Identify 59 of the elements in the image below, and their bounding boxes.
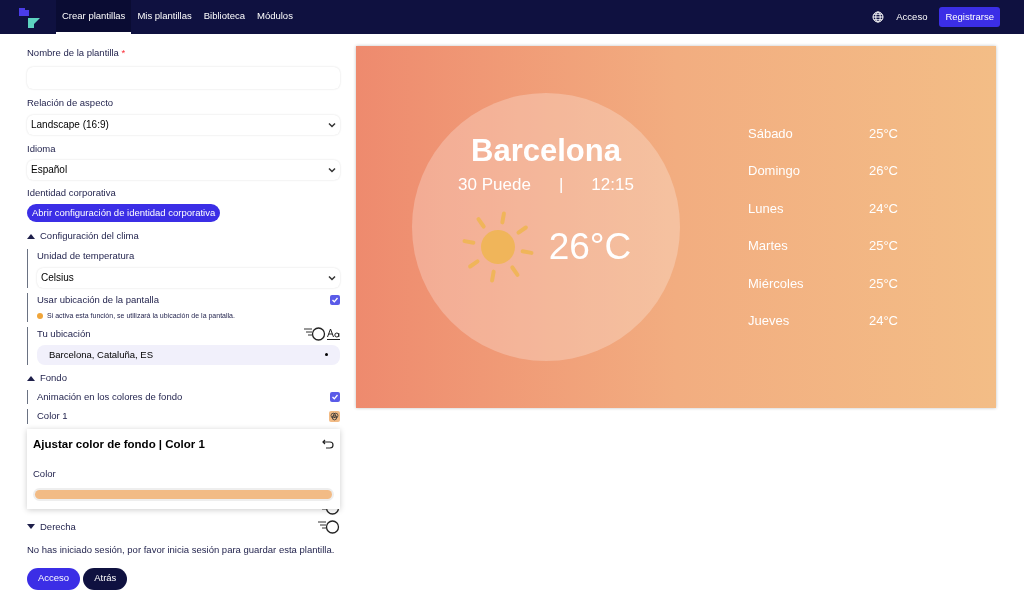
checkbox[interactable] xyxy=(330,294,340,305)
current-temperature: 26°C xyxy=(548,224,632,269)
aspect-ratio-select[interactable]: Landscape (16:9) xyxy=(27,114,340,135)
field-label: Color 1 xyxy=(37,409,68,424)
forecast-day: Jueves xyxy=(748,311,790,331)
align-circle-icon[interactable] xyxy=(304,326,326,341)
forecast-day: Lunes xyxy=(748,198,784,218)
field-label: Nombre de la plantilla xyxy=(27,47,119,58)
chevron-down-icon xyxy=(328,165,336,174)
checkbox-label: Usar ubicación de la pantalla xyxy=(37,292,159,307)
separator: | xyxy=(558,174,564,196)
color-swatch[interactable] xyxy=(329,410,340,422)
section-toggle[interactable]: Derecha xyxy=(27,520,340,535)
login-notice: No has iniciado sesión, por favor inicia sesión para guardar esta plantilla. xyxy=(27,543,336,558)
logo-icon[interactable] xyxy=(16,5,42,29)
font-icon[interactable] xyxy=(327,327,340,340)
forecast-temperature: 25°C xyxy=(868,274,898,293)
section-toggle[interactable]: Fondo xyxy=(27,370,340,385)
sun-icon xyxy=(460,209,535,284)
location-select[interactable]: Barcelona, Cataluña, ES xyxy=(37,344,340,365)
forecast-temperature: 25°C xyxy=(868,237,898,255)
required-mark: * xyxy=(121,47,126,58)
city-name: Barcelona xyxy=(471,135,621,166)
forecast-temperature: 24°C xyxy=(868,312,898,330)
brand-settings-button[interactable]: Abrir configuración de identidad corporativa xyxy=(27,204,221,223)
time-text: 12:15 xyxy=(591,174,634,196)
nav-tab[interactable]: Mis plantillas xyxy=(131,0,198,34)
undo-icon[interactable] xyxy=(322,439,334,450)
checkbox[interactable] xyxy=(330,392,340,403)
forecast-day: Miércoles xyxy=(748,273,804,293)
field-label: Tu ubicación xyxy=(37,326,91,341)
login-link[interactable]: Acceso xyxy=(896,9,928,25)
align-circle-icon[interactable] xyxy=(318,520,340,535)
forecast-day: Sábado xyxy=(748,123,793,143)
field-label: Color xyxy=(33,466,57,481)
globe-icon[interactable] xyxy=(872,11,885,23)
checkbox-label: Animación en los colores de fondo xyxy=(37,390,183,404)
field-label: Relación de aspecto xyxy=(27,96,115,111)
popover-title: Ajustar color de fondo | Color 1 xyxy=(33,436,205,452)
forecast-day: Martes xyxy=(748,236,788,256)
field-label: Idioma xyxy=(27,141,57,156)
register-button[interactable]: Registrarse xyxy=(939,6,1000,28)
forecast-temperature: 24°C xyxy=(868,199,898,218)
forecast-day: Domingo xyxy=(748,161,801,181)
nav-tab[interactable]: Módulos xyxy=(250,0,299,34)
forecast-temperature: 26°C xyxy=(868,162,898,180)
nav-tab[interactable]: Biblioteca xyxy=(197,0,251,34)
field-label: Identidad corporativa xyxy=(27,185,117,200)
nav-tab[interactable]: Crear plantillas xyxy=(56,0,132,34)
chevron-down-icon xyxy=(328,273,336,282)
login-button[interactable]: Acceso xyxy=(27,567,81,590)
forecast-temperature: 25°C xyxy=(868,124,898,143)
date-text: 30 Puede xyxy=(458,174,531,196)
back-button[interactable]: Atrás xyxy=(83,567,128,590)
language-select[interactable]: Español xyxy=(27,159,340,180)
section-toggle[interactable]: Configuración del clima xyxy=(27,229,340,244)
temperature-unit-select[interactable]: Celsius xyxy=(37,267,340,288)
field-label: Unidad de temperatura xyxy=(37,248,136,263)
chevron-down-icon xyxy=(328,120,336,129)
